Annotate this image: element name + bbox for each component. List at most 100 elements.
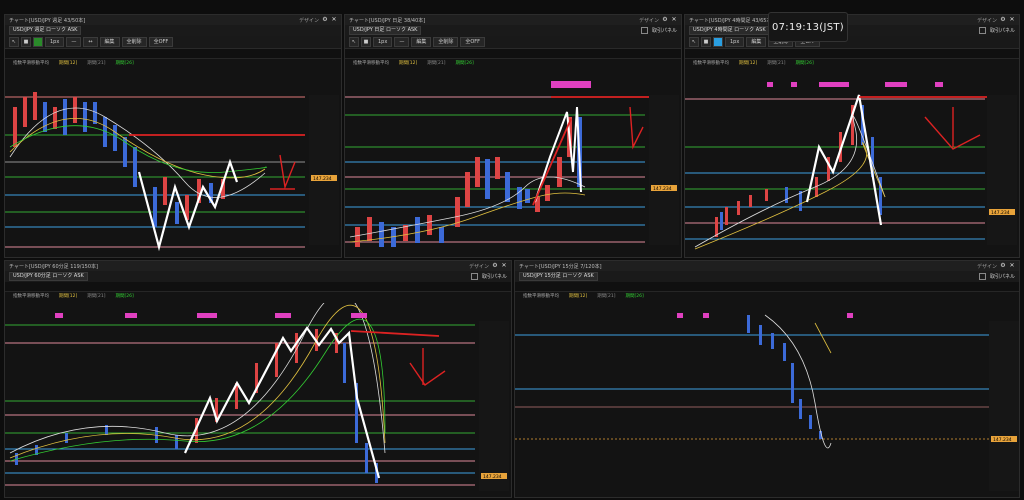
panel-titlebar[interactable]: チャート[USD/JPY 週足 43/50本] デザイン ⚙ ✕ bbox=[5, 15, 341, 25]
legend-label: 指数平滑移動平均 bbox=[13, 294, 49, 299]
trade-panel-checkbox[interactable] bbox=[470, 273, 478, 280]
indicator-legend: 指数平滑移動平均 期間[12] 期間[21] 期間[26] bbox=[685, 59, 1019, 67]
edit-button[interactable]: 編集 bbox=[746, 37, 767, 47]
legend-s1: 期間[12] bbox=[399, 61, 418, 66]
edit-button[interactable]: 編集 bbox=[411, 37, 432, 47]
trade-panel-checkbox[interactable] bbox=[640, 27, 648, 34]
price-chart[interactable]: 147.234 bbox=[685, 77, 1019, 257]
symbol-row: USD/JPY 4時間足 ローソク ASK 取引パネル bbox=[685, 25, 1019, 36]
close-icon[interactable]: ✕ bbox=[331, 17, 337, 23]
indicator-legend: 指数平滑移動平均 期間[12] 期間[21] 期間[26] bbox=[5, 292, 511, 300]
symbol-row: USD/JPY 週足 ローソク ASK bbox=[5, 25, 341, 36]
panel-title: チャート[USD/JPY 4時間足 43/65本] bbox=[689, 17, 774, 24]
legend-s3: 期間[26] bbox=[795, 61, 814, 66]
delete-all-button[interactable]: 全削除 bbox=[433, 37, 459, 47]
trade-panel-label: 取引パネル bbox=[651, 28, 677, 34]
square-icon[interactable]: ■ bbox=[361, 37, 371, 47]
color-icon[interactable] bbox=[33, 37, 43, 47]
panel-titlebar[interactable]: チャート[USD/JPY 4時間足 43/65本] デザイン ⚙ ✕ bbox=[685, 15, 1019, 25]
trade-panel-checkbox[interactable] bbox=[978, 273, 986, 280]
overview-strip[interactable] bbox=[685, 49, 1019, 59]
gear-icon[interactable]: ⚙ bbox=[322, 17, 328, 23]
legend-s3: 期間[26] bbox=[115, 294, 134, 299]
trade-panel-checkbox[interactable] bbox=[978, 27, 986, 34]
price-chart[interactable]: 147.234 bbox=[345, 77, 681, 257]
indicator-legend: 指数平滑移動平均 期間[12] 期間[21] 期間[26] bbox=[515, 292, 1019, 300]
clock-display: 07:19:13(JST) bbox=[768, 12, 848, 42]
price-tag: 147.234 bbox=[993, 437, 1012, 443]
design-link[interactable]: デザイン bbox=[977, 17, 997, 24]
edit-button[interactable]: 編集 bbox=[99, 37, 120, 47]
legend-s2: 期間[21] bbox=[87, 294, 106, 299]
design-link[interactable]: デザイン bbox=[299, 17, 319, 24]
symbol-select[interactable]: USD/JPY 60分足 ローソク ASK bbox=[9, 272, 88, 281]
price-chart[interactable]: 147.234 bbox=[5, 77, 341, 257]
chart-panel-60m: チャート[USD/JPY 60分足 119/150本] デザイン ⚙ ✕ USD… bbox=[4, 260, 512, 498]
line-style-select[interactable]: — bbox=[66, 37, 82, 47]
symbol-select[interactable]: USD/JPY 15分足 ローソク ASK bbox=[519, 272, 598, 281]
symbol-select[interactable]: USD/JPY 日足 ローソク ASK bbox=[349, 26, 422, 35]
legend-s2: 期間[21] bbox=[427, 61, 446, 66]
overview-strip[interactable] bbox=[5, 282, 511, 292]
price-tag: 147.234 bbox=[313, 176, 332, 182]
overview-strip[interactable] bbox=[515, 282, 1019, 292]
overview-strip[interactable] bbox=[5, 49, 341, 59]
panel-titlebar[interactable]: チャート[USD/JPY 日足 38/40本] デザイン ⚙ ✕ bbox=[345, 15, 681, 25]
design-link[interactable]: デザイン bbox=[639, 17, 659, 24]
legend-s1: 期間[12] bbox=[59, 294, 78, 299]
square-icon[interactable]: ■ bbox=[701, 37, 711, 47]
legend-label: 指数平滑移動平均 bbox=[523, 294, 559, 299]
line-style-select[interactable]: — bbox=[394, 37, 410, 47]
period-select[interactable]: 1px bbox=[725, 37, 745, 47]
square-icon[interactable]: ■ bbox=[21, 37, 31, 47]
line-end-select[interactable]: ↔ bbox=[83, 37, 98, 47]
price-chart[interactable]: 147.234 bbox=[515, 303, 1019, 497]
trade-panel-label: 取引パネル bbox=[989, 28, 1015, 34]
design-link[interactable]: デザイン bbox=[977, 263, 997, 270]
panel-title: チャート[USD/JPY 15分足 7/120本] bbox=[519, 263, 602, 270]
gear-icon[interactable]: ⚙ bbox=[1000, 17, 1006, 23]
chart-toolbar: ↖ ■ 1px — ↔ 編集 全削除 全OFF bbox=[5, 36, 341, 49]
close-icon[interactable]: ✕ bbox=[1009, 17, 1015, 23]
symbol-select[interactable]: USD/JPY 週足 ローソク ASK bbox=[9, 26, 82, 35]
overview-strip[interactable] bbox=[345, 49, 681, 59]
gear-icon[interactable]: ⚙ bbox=[492, 263, 498, 269]
trade-panel-label: 取引パネル bbox=[481, 274, 507, 280]
panel-title: チャート[USD/JPY 週足 43/50本] bbox=[9, 17, 86, 24]
legend-label: 指数平滑移動平均 bbox=[13, 61, 49, 66]
price-tag: 147.234 bbox=[653, 186, 672, 192]
price-tag: 147.234 bbox=[991, 210, 1010, 216]
legend-s3: 期間[26] bbox=[455, 61, 474, 66]
panel-titlebar[interactable]: チャート[USD/JPY 60分足 119/150本] デザイン ⚙ ✕ bbox=[5, 261, 511, 271]
legend-s1: 期間[12] bbox=[739, 61, 758, 66]
legend-label: 指数平滑移動平均 bbox=[693, 61, 729, 66]
pointer-icon[interactable]: ↖ bbox=[9, 37, 19, 47]
price-tag: 147.234 bbox=[483, 474, 502, 480]
chart-panel-weekly: チャート[USD/JPY 週足 43/50本] デザイン ⚙ ✕ USD/JPY… bbox=[4, 14, 342, 258]
legend-s2: 期間[21] bbox=[87, 61, 106, 66]
chart-panel-15m: チャート[USD/JPY 15分足 7/120本] デザイン ⚙ ✕ USD/J… bbox=[514, 260, 1020, 498]
color-icon[interactable] bbox=[713, 37, 723, 47]
panel-titlebar[interactable]: チャート[USD/JPY 15分足 7/120本] デザイン ⚙ ✕ bbox=[515, 261, 1019, 271]
legend-s3: 期間[26] bbox=[625, 294, 644, 299]
indicator-legend: 指数平滑移動平均 期間[12] 期間[21] 期間[26] bbox=[5, 59, 341, 67]
all-off-button[interactable]: 全OFF bbox=[148, 37, 174, 47]
delete-all-button[interactable]: 全削除 bbox=[121, 37, 147, 47]
all-off-button[interactable]: 全OFF bbox=[460, 37, 486, 47]
pointer-icon[interactable]: ↖ bbox=[689, 37, 699, 47]
symbol-select[interactable]: USD/JPY 4時間足 ローソク ASK bbox=[689, 26, 770, 35]
legend-s3: 期間[26] bbox=[115, 61, 134, 66]
close-icon[interactable]: ✕ bbox=[1009, 263, 1015, 269]
chart-panel-daily: チャート[USD/JPY 日足 38/40本] デザイン ⚙ ✕ USD/JPY… bbox=[344, 14, 682, 258]
close-icon[interactable]: ✕ bbox=[671, 17, 677, 23]
panel-title: チャート[USD/JPY 60分足 119/150本] bbox=[9, 263, 98, 270]
gear-icon[interactable]: ⚙ bbox=[662, 17, 668, 23]
pointer-icon[interactable]: ↖ bbox=[349, 37, 359, 47]
design-link[interactable]: デザイン bbox=[469, 263, 489, 270]
price-chart[interactable]: 147.234 bbox=[5, 303, 511, 497]
gear-icon[interactable]: ⚙ bbox=[1000, 263, 1006, 269]
chart-panel-4h: チャート[USD/JPY 4時間足 43/65本] デザイン ⚙ ✕ USD/J… bbox=[684, 14, 1020, 258]
period-select[interactable]: 1px bbox=[373, 37, 393, 47]
period-select[interactable]: 1px bbox=[45, 37, 65, 47]
close-icon[interactable]: ✕ bbox=[501, 263, 507, 269]
